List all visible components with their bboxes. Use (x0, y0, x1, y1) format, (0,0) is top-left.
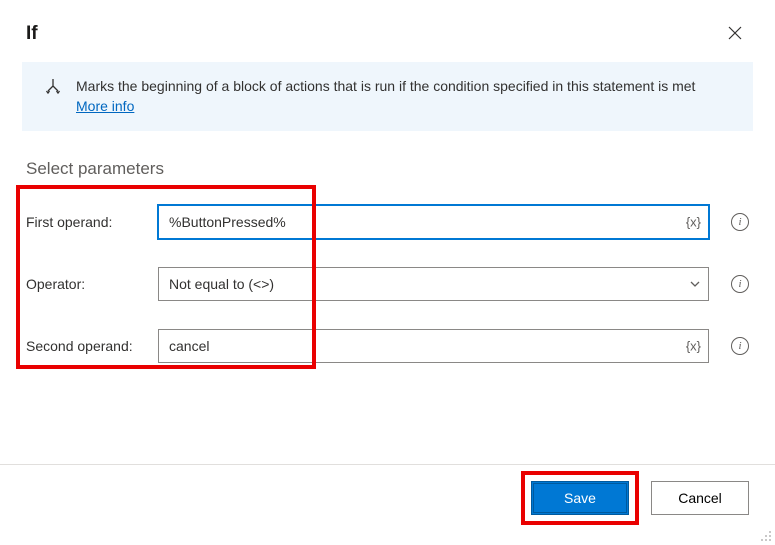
annotation-highlight-save: Save (521, 471, 639, 525)
label-operator: Operator: (26, 276, 148, 292)
more-info-link[interactable]: More info (76, 98, 134, 114)
parameters-area: First operand: {x} i Operator: Not equal… (0, 191, 775, 377)
second-operand-input[interactable] (158, 329, 709, 363)
close-button[interactable] (721, 20, 749, 48)
dialog-title: If (26, 23, 38, 45)
info-icon[interactable]: i (731, 213, 749, 231)
close-icon (728, 26, 742, 43)
cancel-button[interactable]: Cancel (651, 481, 749, 515)
row-second-operand: Second operand: {x} i (26, 315, 749, 377)
resize-grip-icon[interactable] (758, 528, 772, 542)
operator-select[interactable]: Not equal to (<>) (158, 267, 709, 301)
dialog-header: If (0, 0, 775, 62)
info-icon[interactable]: i (731, 275, 749, 293)
section-title: Select parameters (0, 131, 775, 191)
first-operand-input[interactable] (158, 205, 709, 239)
branch-icon (44, 78, 62, 96)
label-first-operand: First operand: (26, 214, 148, 230)
info-description: Marks the beginning of a block of action… (76, 78, 695, 94)
operator-value: Not equal to (<>) (169, 276, 274, 292)
row-operator: Operator: Not equal to (<>) i (26, 253, 749, 315)
label-second-operand: Second operand: (26, 338, 148, 354)
row-first-operand: First operand: {x} i (26, 191, 749, 253)
info-text: Marks the beginning of a block of action… (76, 76, 695, 117)
dialog-footer: Save Cancel (0, 453, 775, 545)
save-button[interactable]: Save (531, 481, 629, 515)
info-bar: Marks the beginning of a block of action… (22, 62, 753, 131)
info-icon[interactable]: i (731, 337, 749, 355)
